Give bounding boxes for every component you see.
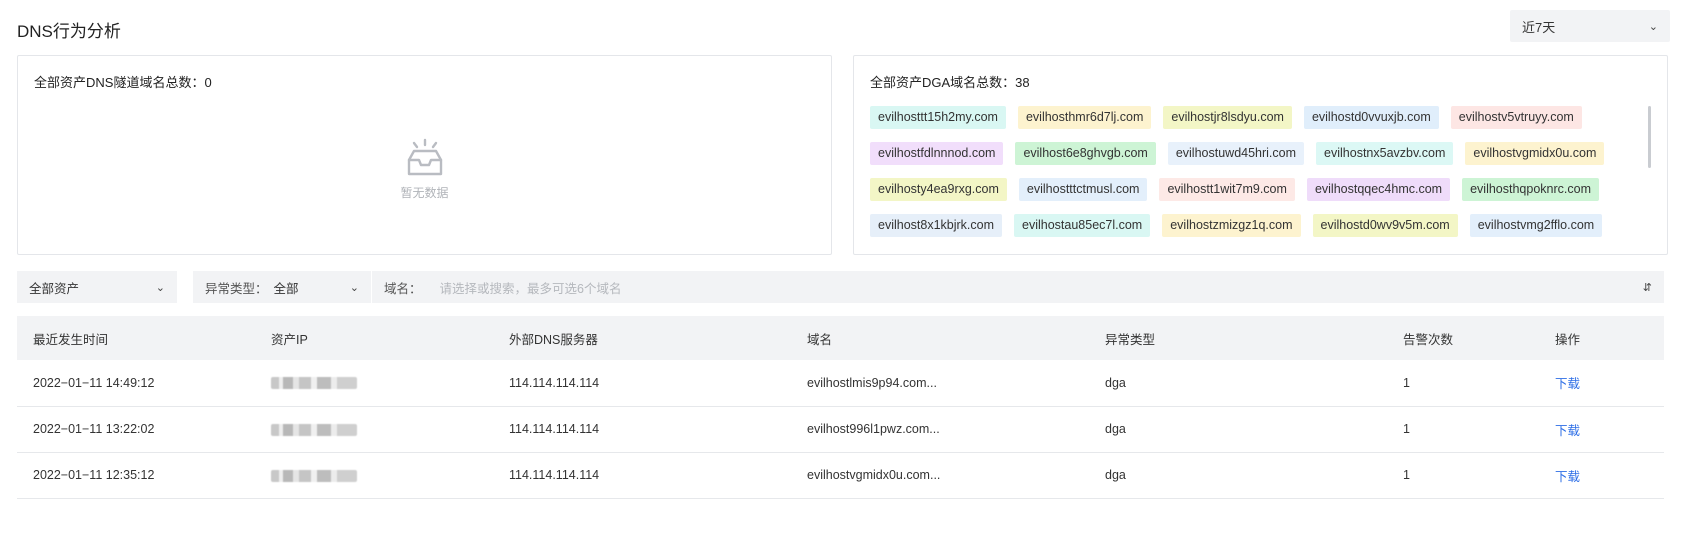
- anomaly-type-select[interactable]: 异常类型： 全部 ⌄: [193, 271, 371, 303]
- action-cell: 下载: [1539, 360, 1664, 407]
- alert-count-cell: 1: [1387, 452, 1539, 499]
- dga-domain-tag[interactable]: evilhostvmg2fflo.com: [1469, 214, 1603, 237]
- dns-server-cell: 114.114.114.114: [493, 360, 791, 407]
- column-header: 外部DNS服务器: [493, 316, 791, 360]
- table-row: 2022−01−11 14:49:12 114.114.114.114 evil…: [17, 360, 1664, 407]
- dga-domain-tag[interactable]: evilhostjr8lsdyu.com: [1163, 106, 1292, 129]
- anomaly-type-cell: dga: [1089, 406, 1387, 453]
- time-cell: 2022−01−11 14:49:12: [17, 360, 255, 407]
- dga-domain-tag[interactable]: evilhosty4ea9rxg.com: [870, 178, 1007, 201]
- anomaly-type-value: 全部: [273, 281, 299, 296]
- sort-updown-icon: ⇵: [1642, 281, 1652, 294]
- dga-domain-tag[interactable]: evilhost6e8ghvgb.com: [1015, 142, 1156, 165]
- alert-table: 最近发生时间 资产IP 外部DNS服务器 域名 异常类型 告警次数 操作 202…: [17, 316, 1664, 499]
- dga-domain-tag[interactable]: evilhostttctmusl.com: [1018, 178, 1148, 201]
- blurred-ip: [271, 377, 357, 390]
- column-header: 域名: [791, 316, 1089, 360]
- dns-server-cell: 114.114.114.114: [493, 452, 791, 499]
- dns-server-cell: 114.114.114.114: [493, 406, 791, 453]
- dga-domain-tag[interactable]: evilhostqqec4hmc.com: [1306, 178, 1451, 201]
- dga-domain-tag[interactable]: evilhostuwd45hri.com: [1167, 142, 1305, 165]
- empty-inbox-icon: [407, 138, 442, 176]
- dga-domain-tag[interactable]: evilhostd0wv9v5m.com: [1312, 214, 1458, 237]
- download-link[interactable]: 下载: [1555, 377, 1580, 391]
- asset-filter-value: 全部资产: [29, 281, 80, 296]
- chevron-down-icon: ⌄: [1648, 20, 1658, 33]
- download-link[interactable]: 下载: [1555, 424, 1580, 438]
- domain-cell: evilhostvgmidx0u.com...: [791, 452, 1089, 499]
- action-cell: 下载: [1539, 406, 1664, 453]
- blurred-ip: [271, 423, 357, 436]
- anomaly-type-label: 异常类型：: [205, 281, 268, 296]
- page-header: DNS行为分析 近7天 ⌄: [17, 10, 1670, 44]
- anomaly-type-cell: dga: [1089, 452, 1387, 499]
- dga-title: 全部资产DGA域名总数：38: [870, 75, 1030, 90]
- ip-cell: [255, 406, 493, 453]
- dga-domain-tag[interactable]: evilhostnx5avzbv.com: [1316, 142, 1454, 165]
- alert-count-cell: 1: [1387, 406, 1539, 453]
- dga-panel: 全部资产DGA域名总数：38 evilhosttt15h2my.com evilh…: [853, 55, 1668, 255]
- column-header: 操作: [1539, 316, 1664, 360]
- download-link[interactable]: 下载: [1555, 470, 1580, 484]
- dns-tunnel-title: 全部资产DNS隧道域名总数：0: [34, 75, 212, 90]
- dga-tag-list: evilhosttt15h2my.com evilhosthmr6d7lj.com…: [870, 106, 1637, 237]
- dga-domain-tag[interactable]: evilhostzmizgz1q.com: [1162, 214, 1301, 237]
- table-row: 2022−01−11 13:22:02 114.114.114.114 evil…: [17, 406, 1664, 453]
- table-row: 2022−01−11 12:35:12 114.114.114.114 evil…: [17, 452, 1664, 499]
- time-range-select[interactable]: 近7天 ⌄: [1510, 10, 1670, 42]
- domain-filter-placeholder: 请选择或搜索，最多可选6个域名: [439, 281, 622, 296]
- dga-domain-tag[interactable]: evilhostau85ec7l.com: [1014, 214, 1151, 237]
- column-header: 异常类型: [1089, 316, 1387, 360]
- dga-domain-tag[interactable]: evilhostfdlnnnod.com: [870, 142, 1004, 165]
- domain-filter[interactable]: 域名： 请选择或搜索，最多可选6个域名 ⇵: [372, 271, 1664, 303]
- dga-domain-tag[interactable]: evilhosttt15h2my.com: [870, 106, 1006, 129]
- domain-cell: evilhost996l1pwz.com...: [791, 406, 1089, 453]
- alert-count-cell: 1: [1387, 360, 1539, 407]
- time-cell: 2022−01−11 12:35:12: [17, 452, 255, 499]
- anomaly-type-cell: dga: [1089, 360, 1387, 407]
- ip-cell: [255, 452, 493, 499]
- chevron-down-icon: ⌄: [155, 281, 165, 294]
- dga-domain-tag[interactable]: evilhostd0vvuxjb.com: [1303, 106, 1439, 129]
- dga-domain-tag[interactable]: evilhostt1wit7m9.com: [1159, 178, 1295, 201]
- time-cell: 2022−01−11 13:22:02: [17, 406, 255, 453]
- page-title: DNS行为分析: [17, 22, 121, 41]
- dns-tunnel-panel: 全部资产DNS隧道域名总数：0 暂无数据: [17, 55, 832, 255]
- column-header: 最近发生时间: [17, 316, 255, 360]
- asset-filter-select[interactable]: 全部资产 ⌄: [17, 271, 177, 303]
- action-cell: 下载: [1539, 452, 1664, 499]
- dga-domain-tag[interactable]: evilhostv5vtruyy.com: [1450, 106, 1582, 129]
- ip-cell: [255, 360, 493, 407]
- chevron-down-icon: ⌄: [349, 281, 359, 294]
- table-header-row: 最近发生时间 资产IP 外部DNS服务器 域名 异常类型 告警次数 操作: [17, 316, 1664, 360]
- column-header: 资产IP: [255, 316, 493, 360]
- dga-domain-tag[interactable]: evilhost8x1kbjrk.com: [870, 214, 1003, 237]
- domain-cell: evilhostlmis9p94.com...: [791, 360, 1089, 407]
- dga-domain-tag[interactable]: evilhostvgmidx0u.com: [1465, 142, 1605, 165]
- empty-state: 暂无数据: [18, 138, 831, 201]
- blurred-ip: [271, 469, 357, 482]
- dga-domain-tag[interactable]: evilhosthmr6d7lj.com: [1017, 106, 1152, 129]
- column-header: 告警次数: [1387, 316, 1539, 360]
- time-range-value: 近7天: [1522, 19, 1556, 35]
- dga-domain-tag[interactable]: evilhosthqpoknrc.com: [1462, 178, 1599, 201]
- scrollbar[interactable]: [1648, 106, 1651, 168]
- filter-bar: 全部资产 ⌄ 异常类型： 全部 ⌄ 域名： 请选择或搜索，最多可选6个域名 ⇵: [17, 271, 1664, 303]
- empty-text: 暂无数据: [400, 186, 449, 200]
- domain-filter-label: 域名：: [384, 281, 422, 296]
